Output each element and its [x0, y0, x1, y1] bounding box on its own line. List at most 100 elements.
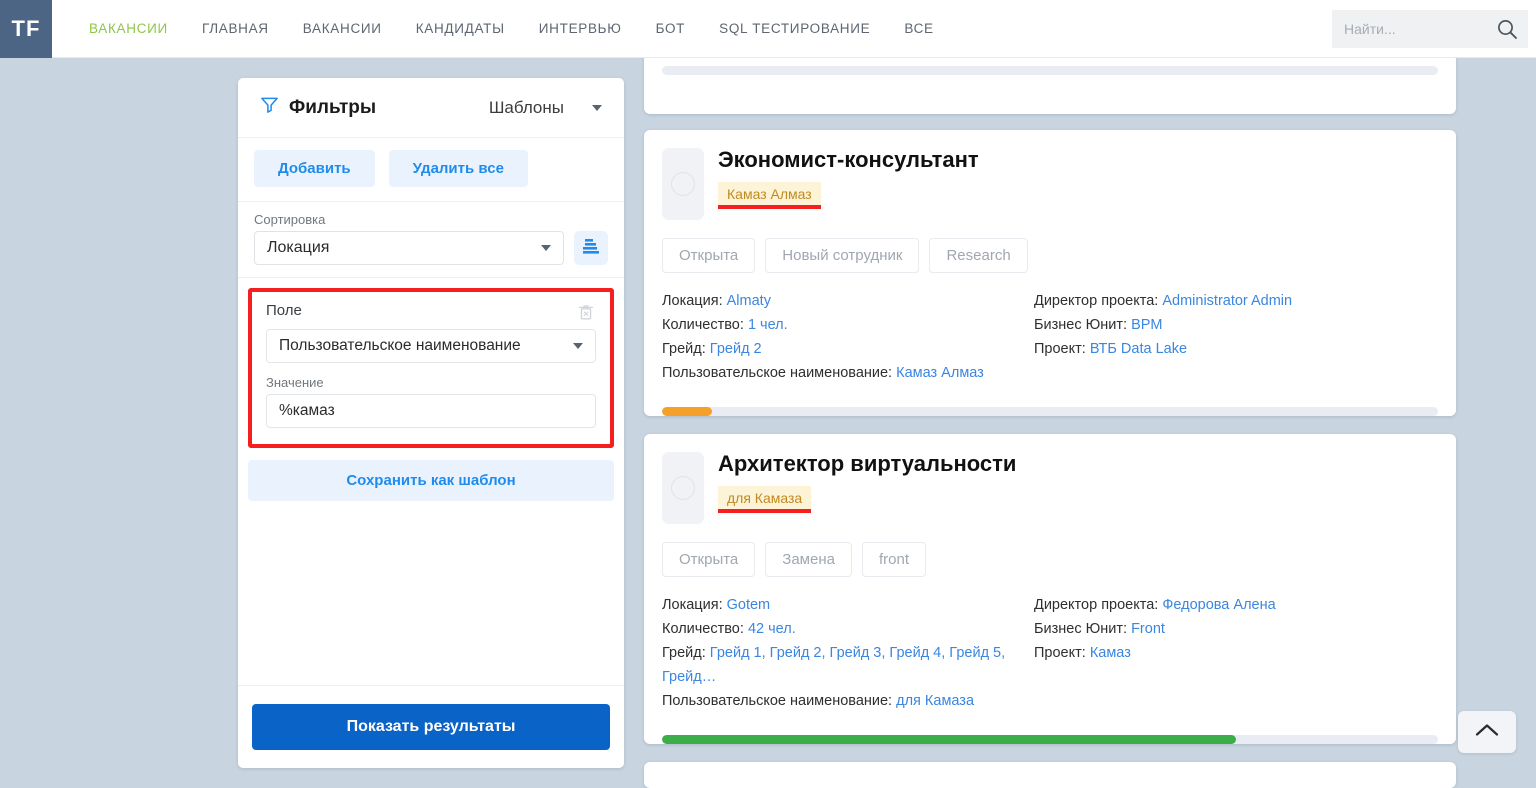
- nav-item-all[interactable]: ВСЕ: [887, 0, 950, 58]
- detail-label: Грейд:: [662, 645, 706, 661]
- avatar-placeholder-icon: [671, 476, 695, 500]
- detail-value[interactable]: 1 чел.: [748, 317, 788, 333]
- detail-label: Бизнес Юнит:: [1034, 621, 1128, 637]
- detail-value[interactable]: Камаз Алмаз: [896, 365, 984, 381]
- progress-bar-fill: [662, 735, 1237, 744]
- progress-bar: [662, 66, 1438, 75]
- nav-item-vacancies[interactable]: ВАКАНСИИ: [286, 0, 399, 58]
- sort-bars-icon: [581, 237, 601, 260]
- status-chip[interactable]: Research: [929, 238, 1028, 273]
- status-chip[interactable]: Замена: [765, 542, 852, 577]
- trash-delete-icon[interactable]: [576, 302, 596, 327]
- save-as-template-button[interactable]: Сохранить как шаблон: [248, 460, 614, 501]
- vacancy-details-right: Директор проекта: Федорова Алена Бизнес …: [1034, 593, 1438, 713]
- annotation-underline: [718, 509, 812, 514]
- vacancy-badge-wrap: для Камаза: [718, 486, 812, 514]
- status-chip[interactable]: Новый сотрудник: [765, 238, 920, 273]
- search-icon[interactable]: [1488, 10, 1526, 48]
- filter-funnel-icon: [260, 95, 279, 120]
- detail-value[interactable]: Грейд 2: [710, 341, 762, 357]
- vacancy-badge: для Камаза: [718, 486, 812, 511]
- detail-business-unit: Бизнес Юнит: BPM: [1034, 313, 1438, 337]
- sort-field-select[interactable]: Локация: [254, 231, 564, 265]
- vacancy-title: Архитектор виртуальности: [718, 451, 1017, 476]
- detail-value[interactable]: 42 чел.: [748, 621, 796, 637]
- vacancy-card-titles: Экономист-консультант Камаз Алмаз: [718, 147, 979, 220]
- filters-panel-header: Фильтры Шаблоны: [238, 78, 624, 138]
- detail-label: Локация:: [662, 293, 723, 309]
- vacancy-details: Локация: Gotem Количество: 42 чел. Грейд…: [662, 593, 1438, 713]
- detail-business-unit: Бизнес Юнит: Front: [1034, 617, 1438, 641]
- detail-label: Пользовательское наименование:: [662, 693, 893, 709]
- templates-selector[interactable]: Шаблоны: [489, 98, 602, 118]
- detail-label: Директор проекта:: [1034, 597, 1159, 613]
- detail-value[interactable]: для Камаза: [896, 693, 974, 709]
- vacancy-details: Локация: Almaty Количество: 1 чел. Грейд…: [662, 289, 1438, 385]
- nav-item-sql-testing[interactable]: SQL ТЕСТИРОВАНИЕ: [702, 0, 887, 58]
- sort-direction-button[interactable]: [574, 231, 608, 265]
- filter-rule-header: Поле: [266, 302, 596, 327]
- vacancy-details-left: Локация: Almaty Количество: 1 чел. Грейд…: [662, 289, 1034, 385]
- avatar: [662, 148, 704, 220]
- sort-field-value: Локация: [267, 239, 330, 256]
- detail-count: Количество: 1 чел.: [662, 313, 1034, 337]
- detail-value[interactable]: Almaty: [727, 293, 771, 309]
- vacancy-details-right: Директор проекта: Administrator Admin Би…: [1034, 289, 1438, 385]
- filters-actions: Добавить Удалить все: [238, 138, 624, 202]
- vacancy-results-list: Экономист-консультант Камаз Алмаз Открыт…: [644, 54, 1456, 788]
- filters-title-group: Фильтры: [260, 95, 376, 120]
- filters-panel-spacer: [238, 501, 624, 685]
- app-logo[interactable]: TF: [0, 0, 52, 58]
- status-chip[interactable]: front: [861, 542, 926, 577]
- vacancy-card-header: Архитектор виртуальности для Камаза: [662, 434, 1438, 524]
- detail-location: Локация: Almaty: [662, 289, 1034, 313]
- delete-all-filters-button[interactable]: Удалить все: [388, 150, 528, 187]
- detail-grade: Грейд: Грейд 2: [662, 337, 1034, 361]
- sort-row: Локация: [254, 231, 608, 265]
- detail-value[interactable]: ВТБ Data Lake: [1090, 341, 1187, 357]
- nav-item-candidates[interactable]: КАНДИДАТЫ: [399, 0, 522, 58]
- vacancy-card[interactable]: Экономист-консультант Камаз Алмаз Открыт…: [644, 130, 1456, 416]
- vacancy-card-partial-bottom[interactable]: [644, 762, 1456, 788]
- chevron-up-icon: [1474, 722, 1500, 743]
- status-chip[interactable]: Открыта: [662, 542, 756, 577]
- annotation-underline: [718, 205, 821, 210]
- detail-value[interactable]: Федорова Алена: [1162, 597, 1275, 613]
- detail-value[interactable]: Administrator Admin: [1162, 293, 1292, 309]
- detail-grade: Грейд: Грейд 1, Грейд 2, Грейд 3, Грейд …: [662, 641, 1034, 689]
- field-select[interactable]: Пользовательское наименование: [266, 329, 596, 363]
- detail-director: Директор проекта: Федорова Алена: [1034, 593, 1438, 617]
- add-filter-button[interactable]: Добавить: [254, 150, 375, 187]
- value-input[interactable]: %камаз: [266, 394, 596, 428]
- progress-bar-fill: [662, 407, 713, 416]
- detail-value[interactable]: Камаз: [1090, 645, 1131, 661]
- nav-item-bot[interactable]: БОТ: [639, 0, 703, 58]
- chevron-down-icon[interactable]: [541, 245, 551, 251]
- chevron-down-icon[interactable]: [592, 104, 602, 111]
- detail-value[interactable]: Грейд 1, Грейд 2, Грейд 3, Грейд 4, Грей…: [662, 645, 1005, 685]
- nav-item-interviews[interactable]: ИНТЕРВЬЮ: [522, 0, 639, 58]
- vacancy-card-titles: Архитектор виртуальности для Камаза: [718, 451, 1017, 524]
- show-results-button[interactable]: Показать результаты: [252, 704, 610, 750]
- nav-item-home[interactable]: ГЛАВНАЯ: [185, 0, 286, 58]
- progress-bar: [662, 735, 1438, 744]
- detail-location: Локация: Gotem: [662, 593, 1034, 617]
- detail-project: Проект: Камаз: [1034, 641, 1438, 665]
- scroll-to-top-button[interactable]: [1458, 711, 1516, 753]
- vacancy-card-partial-top[interactable]: [644, 54, 1456, 114]
- detail-value[interactable]: Front: [1131, 621, 1165, 637]
- detail-value[interactable]: BPM: [1131, 317, 1162, 333]
- status-chip[interactable]: Открыта: [662, 238, 756, 273]
- filters-panel-footer: Показать результаты: [238, 685, 624, 768]
- sort-section: Сортировка Локация: [238, 202, 624, 278]
- value-input-text: %камаз: [279, 402, 335, 419]
- templates-label: Шаблоны: [488, 97, 564, 117]
- detail-value[interactable]: Gotem: [727, 597, 771, 613]
- nav-item-vacancies-active[interactable]: ВАКАНСИИ: [72, 0, 185, 58]
- sort-label: Сортировка: [254, 212, 326, 227]
- vacancy-badge: Камаз Алмаз: [718, 182, 821, 207]
- field-label: Поле: [266, 302, 302, 319]
- detail-count: Количество: 42 чел.: [662, 617, 1034, 641]
- vacancy-card[interactable]: Архитектор виртуальности для Камаза Откр…: [644, 434, 1456, 744]
- chevron-down-icon[interactable]: [573, 343, 583, 349]
